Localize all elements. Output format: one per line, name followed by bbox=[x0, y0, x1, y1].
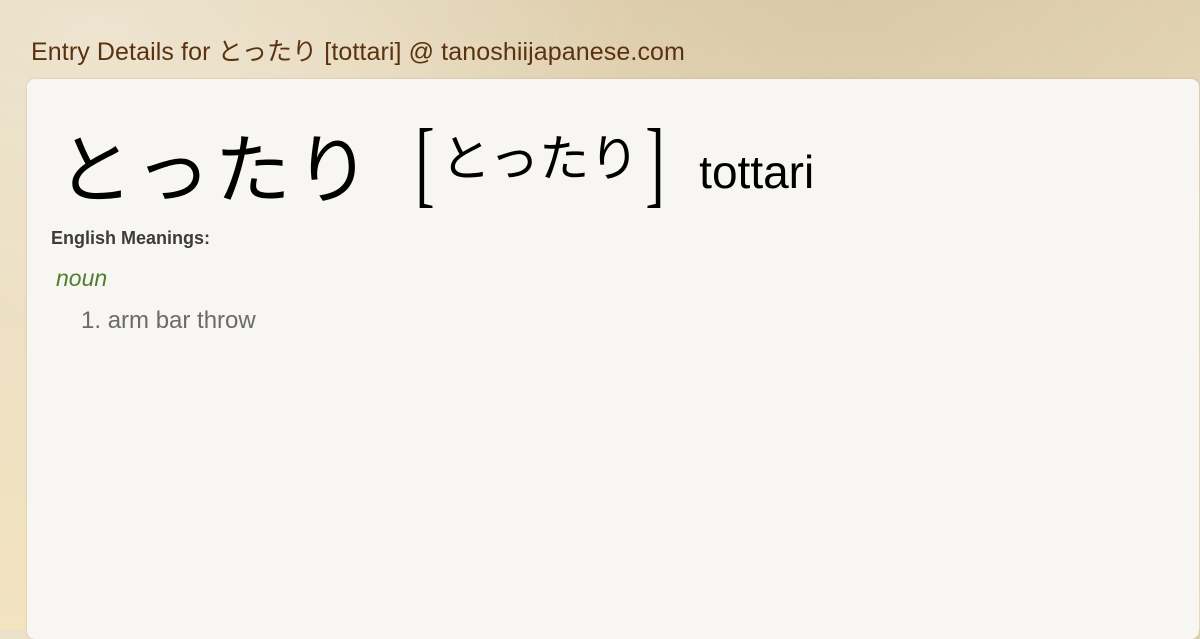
list-item: 1. arm bar throw bbox=[81, 307, 256, 335]
headword: とったり bbox=[57, 126, 375, 215]
meaning-text: arm bar throw bbox=[107, 307, 256, 334]
page-title: Entry Details for とったり [tottari] @ tanos… bbox=[31, 38, 685, 66]
entry-heading: とったり [ とったり ] tottari bbox=[57, 115, 815, 215]
entry-card: とったり [ とったり ] tottari English Meanings: … bbox=[27, 79, 1199, 639]
reading: [ とったり ] bbox=[409, 115, 671, 211]
meaning-list: 1. arm bar throw bbox=[81, 307, 256, 335]
part-of-speech: noun bbox=[56, 265, 108, 291]
reading-kana: とったり bbox=[440, 130, 640, 188]
reading-bracket-close: ] bbox=[645, 109, 665, 216]
romaji: tottari bbox=[699, 146, 815, 198]
meaning-number: 1. bbox=[81, 307, 102, 334]
reading-bracket-open: [ bbox=[415, 109, 435, 216]
english-meanings-label: English Meanings: bbox=[51, 228, 211, 248]
